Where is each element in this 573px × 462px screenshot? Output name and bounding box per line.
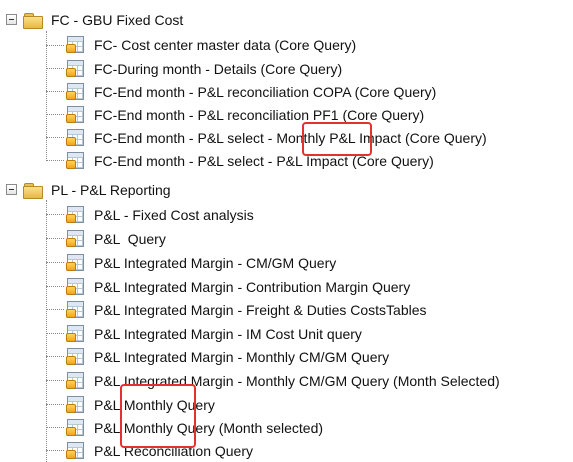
tree-connector-line <box>46 356 64 357</box>
tree-item-label: P&L Monthly Query (Month selected) <box>94 419 324 436</box>
tree-connector-line <box>46 450 64 451</box>
tree-item-query[interactable]: P&L Query <box>66 227 166 250</box>
tree-item-query[interactable]: P&L Reconciliation Query <box>66 439 253 462</box>
tree-item-label: P&L Integrated Margin - Monthly CM/GM Qu… <box>94 348 390 365</box>
query-icon <box>66 36 85 53</box>
tree-item-label: FC-During month - Details (Core Query) <box>94 60 343 77</box>
query-icon <box>66 83 85 100</box>
tree-item-label: P&L Query <box>94 230 166 247</box>
tree-connector-line <box>46 238 64 239</box>
tree-item-query[interactable]: P&L Monthly Query <box>66 393 215 416</box>
tree-item-query[interactable]: FC-During month - Details (Core Query) <box>66 57 342 80</box>
tree-connector-line <box>46 262 64 263</box>
tree-folder-label: PL - P&L Reporting <box>51 181 171 198</box>
tree-item-query[interactable]: P&L - Fixed Cost analysis <box>66 203 254 226</box>
query-icon <box>66 152 85 169</box>
tree-connector-line <box>46 333 64 334</box>
tree-connector-line <box>46 114 64 115</box>
query-icon <box>66 106 85 123</box>
tree-item-label: P&L - Fixed Cost analysis <box>94 206 254 223</box>
query-icon <box>66 325 85 342</box>
tree-item-label: FC-End month - P&L select - Monthly P&L … <box>94 129 487 146</box>
query-icon <box>66 230 85 247</box>
tree-connector-line <box>46 31 47 161</box>
tree-item-label: P&L Integrated Margin - Monthly CM/GM Qu… <box>94 372 500 389</box>
tree-item-query[interactable]: FC-End month - P&L select - P&L Impact (… <box>66 149 434 172</box>
tree-item-label: P&L Integrated Margin - CM/GM Query <box>94 254 337 271</box>
tree-connector-line <box>46 309 64 310</box>
tree-connector-line <box>46 160 64 161</box>
query-tree: FC - GBU Fixed Cost FC- Cost center mast… <box>0 0 573 462</box>
folder-icon <box>23 12 43 29</box>
query-icon <box>66 372 85 389</box>
query-icon <box>66 254 85 271</box>
collapse-icon[interactable] <box>6 184 17 195</box>
query-icon <box>66 396 85 413</box>
tree-connector-line <box>46 286 64 287</box>
collapse-icon[interactable] <box>6 14 17 25</box>
tree-item-query[interactable]: FC-End month - P&L reconciliation PF1 (C… <box>66 103 424 126</box>
tree-connector-line <box>46 137 64 138</box>
tree-item-query[interactable]: P&L Integrated Margin - Monthly CM/GM Qu… <box>66 369 500 392</box>
tree-connector-line <box>46 200 47 462</box>
tree-item-query[interactable]: P&L Monthly Query (Month selected) <box>66 416 323 439</box>
tree-connector-line <box>46 45 64 46</box>
tree-item-label: P&L Monthly Query <box>94 396 215 413</box>
tree-item-label: P&L Integrated Margin - Contribution Mar… <box>94 278 411 295</box>
tree-item-query[interactable]: P&L Integrated Margin - IM Cost Unit que… <box>66 322 362 345</box>
tree-folder-fc-gbu-fixed-cost[interactable]: FC - GBU Fixed Cost <box>6 8 183 31</box>
folder-icon <box>23 182 43 199</box>
tree-connector-line <box>46 380 64 381</box>
tree-item-query[interactable]: P&L Integrated Margin - Freight & Duties… <box>66 298 427 321</box>
query-icon <box>66 348 85 365</box>
tree-connector-line <box>46 404 64 405</box>
query-icon <box>66 442 85 459</box>
tree-item-query[interactable]: P&L Integrated Margin - Contribution Mar… <box>66 275 410 298</box>
query-icon <box>66 206 85 223</box>
tree-connector-line <box>46 91 64 92</box>
query-icon <box>66 301 85 318</box>
query-icon <box>66 129 85 146</box>
tree-item-label: FC-End month - P&L reconciliation PF1 (C… <box>94 106 425 123</box>
tree-item-label: FC- Cost center master data (Core Query) <box>94 36 357 53</box>
tree-item-label: FC-End month - P&L reconciliation COPA (… <box>94 83 437 100</box>
query-icon <box>66 60 85 77</box>
tree-item-query[interactable]: P&L Integrated Margin - Monthly CM/GM Qu… <box>66 345 389 368</box>
tree-item-query[interactable]: P&L Integrated Margin - CM/GM Query <box>66 251 336 274</box>
tree-item-query[interactable]: FC- Cost center master data (Core Query) <box>66 33 356 56</box>
tree-item-query[interactable]: FC-End month - P&L select - Monthly P&L … <box>66 126 487 149</box>
tree-item-label: FC-End month - P&L select - P&L Impact (… <box>94 152 434 169</box>
query-icon <box>66 419 85 436</box>
tree-item-label: P&L Integrated Margin - Freight & Duties… <box>94 301 427 318</box>
tree-connector-line <box>46 68 64 69</box>
tree-folder-pl-reporting[interactable]: PL - P&L Reporting <box>6 178 171 201</box>
tree-item-query[interactable]: FC-End month - P&L reconciliation COPA (… <box>66 80 436 103</box>
tree-connector-line <box>46 214 64 215</box>
query-icon <box>66 278 85 295</box>
tree-item-label: P&L Integrated Margin - IM Cost Unit que… <box>94 325 362 342</box>
tree-item-label: P&L Reconciliation Query <box>94 442 254 459</box>
tree-connector-line <box>46 427 64 428</box>
tree-folder-label: FC - GBU Fixed Cost <box>51 11 184 28</box>
